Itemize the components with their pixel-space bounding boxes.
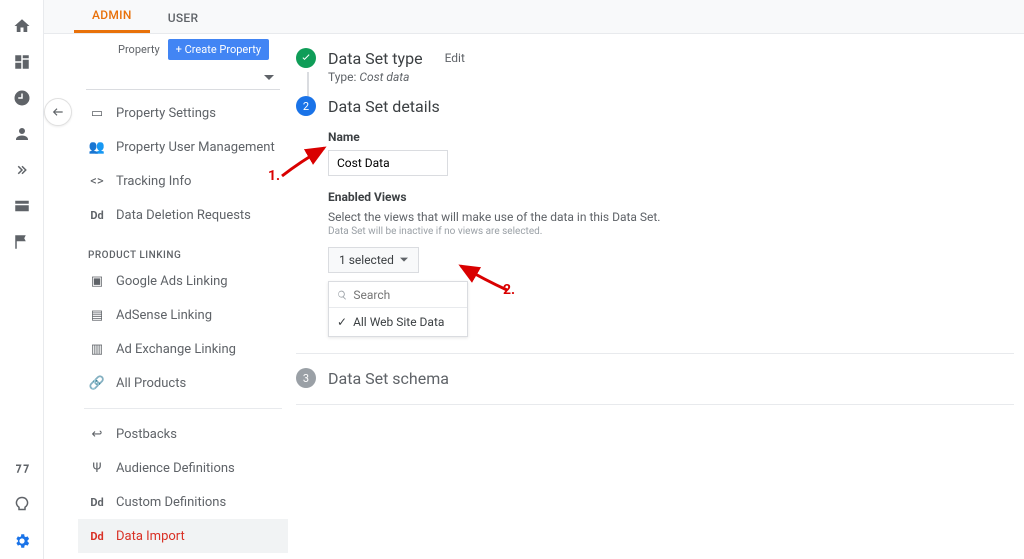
nav-tracking-info[interactable]: <> Tracking Info bbox=[78, 164, 288, 198]
nav-label: AdSense Linking bbox=[116, 308, 212, 323]
search-icon bbox=[337, 289, 347, 301]
property-selector[interactable] bbox=[86, 66, 280, 90]
step-3-title: Data Set schema bbox=[328, 369, 449, 388]
nav-audience[interactable]: Ψ Audience Definitions bbox=[78, 451, 288, 485]
nav-label: Ad Exchange Linking bbox=[116, 342, 236, 357]
tab-admin[interactable]: ADMIN bbox=[74, 8, 150, 33]
expand-icon[interactable] bbox=[10, 158, 34, 182]
nav-label: Google Ads Linking bbox=[116, 274, 228, 289]
chevron-down-icon bbox=[400, 256, 408, 264]
nav-label: All Products bbox=[116, 376, 186, 391]
card-icon[interactable] bbox=[10, 194, 34, 218]
views-section: Enabled Views Select the views that will… bbox=[328, 190, 1014, 337]
views-selected-button[interactable]: 1 selected bbox=[328, 247, 419, 273]
clock-icon[interactable] bbox=[10, 86, 34, 110]
type-label: Type: bbox=[328, 70, 359, 84]
nav-postbacks[interactable]: ↩ Postbacks bbox=[78, 417, 288, 451]
step-1-title: Data Set type bbox=[328, 49, 423, 68]
step-3-row: 3 Data Set schema bbox=[296, 368, 1014, 388]
person-icon[interactable] bbox=[10, 122, 34, 146]
name-input[interactable] bbox=[328, 150, 448, 176]
nav-adsense[interactable]: ▤ AdSense Linking bbox=[78, 298, 288, 332]
tab-user[interactable]: USER bbox=[150, 11, 217, 33]
step-1-type: Type: Cost data bbox=[328, 70, 1014, 84]
section-divider bbox=[296, 353, 1014, 354]
nav-label: Data Deletion Requests bbox=[116, 208, 251, 223]
attribution-icon[interactable] bbox=[10, 457, 34, 481]
step-3-badge: 3 bbox=[296, 368, 316, 388]
section-divider-2 bbox=[296, 404, 1014, 405]
step-1-badge-done bbox=[296, 48, 316, 68]
nav-label: Property Settings bbox=[116, 106, 216, 121]
property-label: Property bbox=[118, 43, 160, 56]
admin-gear-icon[interactable] bbox=[10, 529, 34, 553]
audience-icon: Ψ bbox=[88, 461, 106, 476]
discover-icon[interactable] bbox=[10, 493, 34, 517]
ads-icon: ▣ bbox=[88, 274, 106, 289]
step-2-badge: 2 bbox=[296, 96, 316, 116]
views-option-label: All Web Site Data bbox=[353, 315, 444, 329]
name-label: Name bbox=[328, 130, 1014, 144]
step-1-edit-link[interactable]: Edit bbox=[445, 51, 465, 65]
type-value: Cost data bbox=[359, 70, 409, 84]
nav-divider bbox=[84, 408, 282, 409]
nav-all-products[interactable]: 🔗 All Products bbox=[78, 366, 288, 400]
nav-label: Tracking Info bbox=[116, 174, 191, 189]
adsense-icon: ▤ bbox=[88, 308, 106, 323]
nav-label: Custom Definitions bbox=[116, 495, 226, 510]
code-icon: <> bbox=[88, 174, 106, 189]
views-option-all-website-data[interactable]: ✓ All Web Site Data bbox=[329, 308, 467, 336]
dd-icon: Dd bbox=[88, 530, 106, 543]
nav-label: Property User Management bbox=[116, 140, 275, 155]
nav-label: Audience Definitions bbox=[116, 461, 235, 476]
create-property-button[interactable]: + Create Property bbox=[168, 39, 269, 60]
people-icon: 👥 bbox=[88, 140, 106, 155]
wizard-main: Data Set type Edit Type: Cost data 2 Dat… bbox=[296, 48, 1014, 405]
top-nav: ADMIN USER bbox=[44, 0, 1024, 34]
enabled-views-help2: Data Set will be inactive if no views ar… bbox=[328, 226, 1014, 237]
back-button[interactable] bbox=[44, 98, 72, 126]
nav-custom-def[interactable]: Dd Custom Definitions bbox=[78, 485, 288, 519]
views-dropdown: ✓ All Web Site Data bbox=[328, 281, 468, 337]
dashboard-icon[interactable] bbox=[10, 50, 34, 74]
nav-adexchange[interactable]: ▥ Ad Exchange Linking bbox=[78, 332, 288, 366]
property-nav: ▭ Property Settings 👥 Property User Manage… bbox=[78, 96, 288, 553]
check-icon: ✓ bbox=[337, 315, 347, 329]
dd-icon: Dd bbox=[88, 209, 106, 222]
step-2-row: 2 Data Set details bbox=[296, 96, 1014, 116]
nav-label: Postbacks bbox=[116, 427, 177, 442]
enabled-views-label: Enabled Views bbox=[328, 190, 1014, 204]
nav-google-ads[interactable]: ▣ Google Ads Linking bbox=[78, 264, 288, 298]
flag-icon[interactable] bbox=[10, 230, 34, 254]
annotation-2: 2. bbox=[503, 282, 515, 298]
dd-icon: Dd bbox=[88, 496, 106, 509]
views-search-input[interactable] bbox=[353, 288, 459, 302]
postbacks-icon: ↩ bbox=[88, 427, 106, 442]
product-linking-header: PRODUCT LINKING bbox=[78, 232, 288, 264]
step-1-row: Data Set type Edit bbox=[296, 48, 1014, 68]
enabled-views-help: Select the views that will make use of t… bbox=[328, 210, 1014, 224]
left-nav-rail bbox=[0, 0, 44, 559]
link-icon: 🔗 bbox=[88, 376, 106, 391]
adexchange-icon: ▥ bbox=[88, 342, 106, 357]
name-section: Name bbox=[328, 130, 1014, 176]
annotation-1: 1. bbox=[268, 168, 280, 184]
views-search-row bbox=[329, 282, 467, 308]
nav-data-import[interactable]: Dd Data Import bbox=[78, 519, 288, 553]
views-selected-label: 1 selected bbox=[339, 253, 394, 267]
nav-user-management[interactable]: 👥 Property User Management bbox=[78, 130, 288, 164]
step-2-title: Data Set details bbox=[328, 97, 440, 116]
admin-side-panel: Property + Create Property ▭ Property Set… bbox=[78, 34, 288, 559]
nav-data-deletion[interactable]: Dd Data Deletion Requests bbox=[78, 198, 288, 232]
settings-icon: ▭ bbox=[88, 106, 106, 121]
nav-property-settings[interactable]: ▭ Property Settings bbox=[78, 96, 288, 130]
home-icon[interactable] bbox=[10, 14, 34, 38]
nav-label: Data Import bbox=[116, 529, 185, 544]
